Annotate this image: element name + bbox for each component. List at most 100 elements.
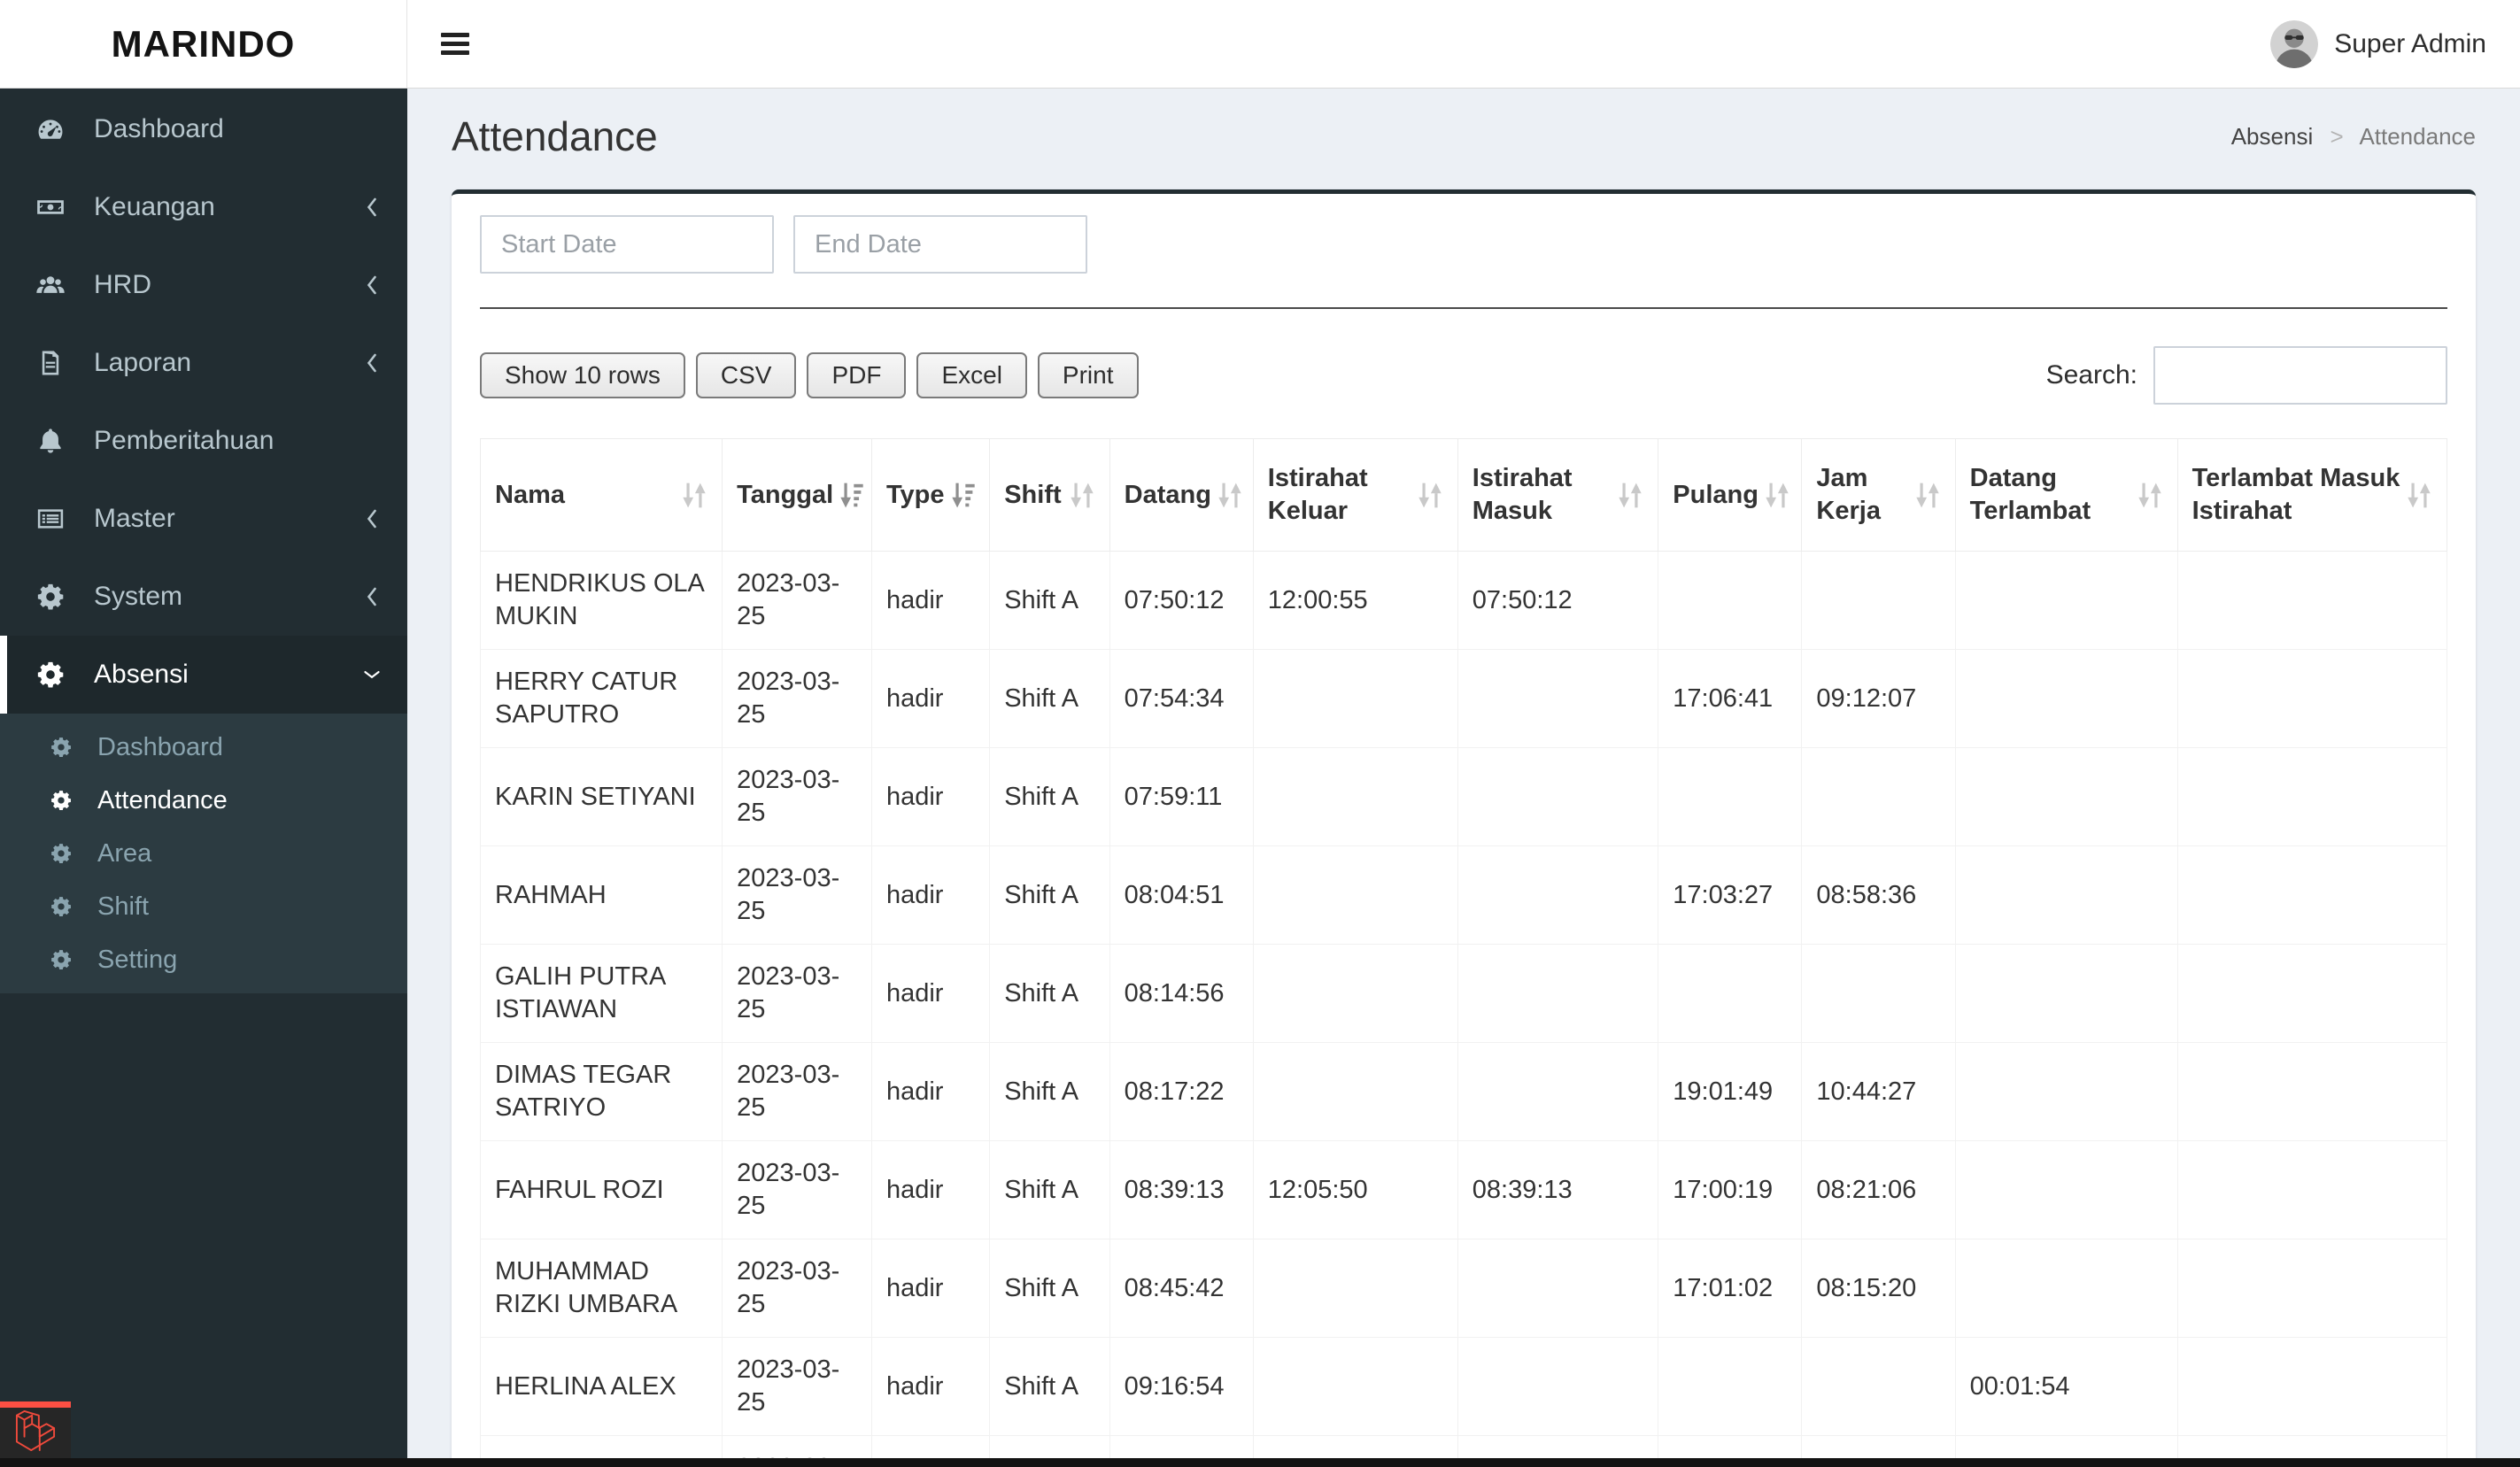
table-cell bbox=[1457, 747, 1659, 846]
table-row: DIMAS TEGAR SATRIYO 2023-03-25 hadir Shift … bbox=[479, 1042, 2448, 1141]
table-cell: hadir bbox=[870, 747, 991, 846]
absensi-submenu: Dashboard Attendance Area Shift Setting bbox=[0, 714, 407, 993]
table-cell: MUHAMMAD RIZKI UMBARA bbox=[479, 1239, 723, 1338]
csv-button[interactable]: CSV bbox=[695, 352, 797, 398]
table-cell: 2023-03-25 bbox=[722, 1337, 872, 1436]
table-row: MUHAMMAD RIZKI UMBARA 2023-03-25 hadir Shif… bbox=[479, 1239, 2448, 1338]
money-icon bbox=[30, 192, 71, 222]
table-wrap: Nama Tanggal Type Shift Datang Istirahat Kelu… bbox=[479, 438, 2448, 1467]
submenu-item-area[interactable]: Area bbox=[0, 827, 407, 880]
submenu-item-setting[interactable]: Setting bbox=[0, 933, 407, 986]
sidebar-item-dashboard[interactable]: Dashboard bbox=[0, 90, 407, 168]
chevron-left-icon bbox=[363, 274, 381, 296]
sidebar-item-label: System bbox=[94, 582, 183, 611]
table-cell bbox=[1658, 551, 1803, 650]
submenu-item-shift[interactable]: Shift bbox=[0, 880, 407, 933]
table-cell bbox=[1457, 944, 1659, 1043]
table-cell: 19:01:49 bbox=[1658, 1042, 1803, 1141]
sidebar-item-laporan[interactable]: Laporan bbox=[0, 324, 407, 402]
table-cell bbox=[1252, 1042, 1458, 1141]
gear-icon bbox=[30, 582, 71, 612]
user-menu[interactable]: Super Admin bbox=[2270, 19, 2486, 68]
table-row: RAHMAH 2023-03-25 hadir Shift A 08:04:51 17:0… bbox=[479, 845, 2448, 945]
main-content: Attendance Absensi > Attendance Show 10 … bbox=[407, 89, 2520, 1467]
attendance-card: Show 10 rowsCSVPDFExcelPrint Search: Nam… bbox=[452, 189, 2476, 1467]
table-cell: hadir bbox=[870, 1337, 991, 1436]
column-header-type[interactable]: Type bbox=[870, 438, 991, 552]
breadcrumb-separator: > bbox=[2330, 122, 2344, 150]
table-cell: hadir bbox=[870, 1042, 991, 1141]
gear-icon bbox=[44, 895, 78, 918]
submenu-item-dashboard[interactable]: Dashboard bbox=[0, 721, 407, 774]
sidebar-item-keuangan[interactable]: Keuangan bbox=[0, 168, 407, 246]
gauge-icon bbox=[30, 114, 71, 144]
sort-icon bbox=[681, 481, 707, 510]
sidebar-item-absensi[interactable]: Absensi bbox=[0, 636, 407, 714]
table-cell bbox=[2176, 1239, 2448, 1338]
app-logo[interactable]: MARINDO bbox=[0, 0, 407, 88]
column-header-jam-kerja[interactable]: Jam Kerja bbox=[1801, 438, 1956, 552]
show-10-rows-button[interactable]: Show 10 rows bbox=[480, 352, 685, 398]
sidebar-item-label: Dashboard bbox=[94, 114, 224, 143]
table-row: KARIN SETIYANI 2023-03-25 hadir Shift A 07:5… bbox=[479, 747, 2448, 846]
column-header-terlambat-masuk-istirahat[interactable]: Terlambat Masuk Istirahat bbox=[2176, 438, 2448, 552]
column-header-pulang[interactable]: Pulang bbox=[1658, 438, 1803, 552]
debugbar-toggle-button[interactable] bbox=[0, 1401, 71, 1458]
gear-icon bbox=[30, 660, 71, 690]
search-input[interactable] bbox=[2153, 346, 2447, 405]
sort-icon bbox=[1617, 481, 1643, 510]
print-button[interactable]: Print bbox=[1037, 352, 1139, 398]
chevron-down-icon bbox=[363, 664, 381, 685]
end-date-input[interactable] bbox=[793, 215, 1087, 274]
table-row: FAHRUL ROZI 2023-03-25 hadir Shift A 08:39:1… bbox=[479, 1140, 2448, 1239]
table-cell: hadir bbox=[870, 1239, 991, 1338]
start-date-input[interactable] bbox=[480, 215, 774, 274]
submenu-item-label: Attendance bbox=[97, 785, 228, 815]
table-cell: 2023-03-25 bbox=[722, 1140, 872, 1239]
table-cell: 08:21:06 bbox=[1801, 1140, 1956, 1239]
export-buttons: Show 10 rows CSV PDF Excel Print bbox=[480, 352, 1139, 398]
pdf-button[interactable]: PDF bbox=[807, 352, 907, 398]
table-cell: 17:00:19 bbox=[1658, 1140, 1803, 1239]
column-header-istirahat-masuk[interactable]: Istirahat Masuk bbox=[1457, 438, 1659, 552]
column-header-tanggal[interactable]: Tanggal bbox=[722, 438, 872, 552]
sidebar-item-system[interactable]: System bbox=[0, 558, 407, 636]
breadcrumb: Absensi > Attendance bbox=[2231, 123, 2476, 151]
table-cell: 08:17:22 bbox=[1109, 1042, 1254, 1141]
breadcrumb-parent[interactable]: Absensi bbox=[2231, 123, 2314, 150]
topbar-right: Super Admin bbox=[407, 0, 2520, 88]
sidebar-toggle-button[interactable] bbox=[432, 19, 478, 68]
table-cell bbox=[2176, 944, 2448, 1043]
debugbar[interactable] bbox=[0, 1458, 2520, 1467]
table-row: GALIH PUTRA ISTIAWAN 2023-03-25 hadir Shift… bbox=[479, 944, 2448, 1043]
table-cell bbox=[2176, 1337, 2448, 1436]
column-header-datang[interactable]: Datang bbox=[1109, 438, 1254, 552]
table-cell: Shift A bbox=[989, 1042, 1110, 1141]
table-cell: 07:59:11 bbox=[1109, 747, 1254, 846]
submenu-item-label: Shift bbox=[97, 892, 150, 921]
table-cell bbox=[1801, 747, 1956, 846]
table-cell: 08:58:36 bbox=[1801, 845, 1956, 945]
table-cell: 2023-03-25 bbox=[722, 845, 872, 945]
sidebar-item-pemberitahuan[interactable]: Pemberitahuan bbox=[0, 402, 407, 480]
table-cell: Shift A bbox=[989, 944, 1110, 1043]
chevron-left-icon bbox=[363, 352, 381, 374]
sort-icon bbox=[1914, 481, 1941, 510]
table-cell: 2023-03-25 bbox=[722, 944, 872, 1043]
sidebar-item-master[interactable]: Master bbox=[0, 480, 407, 558]
column-header-shift[interactable]: Shift bbox=[989, 438, 1110, 552]
table-cell bbox=[1457, 1042, 1659, 1141]
column-header-istirahat-keluar[interactable]: Istirahat Keluar bbox=[1252, 438, 1458, 552]
breadcrumb-current: Attendance bbox=[2359, 122, 2476, 150]
table-cell: Shift A bbox=[989, 1337, 1110, 1436]
sort-icon bbox=[2137, 481, 2163, 510]
divider bbox=[480, 307, 2447, 309]
column-header-datang-terlambat[interactable]: Datang Terlambat bbox=[1954, 438, 2178, 552]
table-cell: hadir bbox=[870, 649, 991, 748]
table-cell: hadir bbox=[870, 551, 991, 650]
column-header-nama[interactable]: Nama bbox=[479, 438, 723, 552]
table-cell bbox=[1658, 1337, 1803, 1436]
submenu-item-attendance[interactable]: Attendance bbox=[0, 774, 407, 827]
excel-button[interactable]: Excel bbox=[916, 352, 1027, 398]
sidebar-item-hrd[interactable]: HRD bbox=[0, 246, 407, 324]
